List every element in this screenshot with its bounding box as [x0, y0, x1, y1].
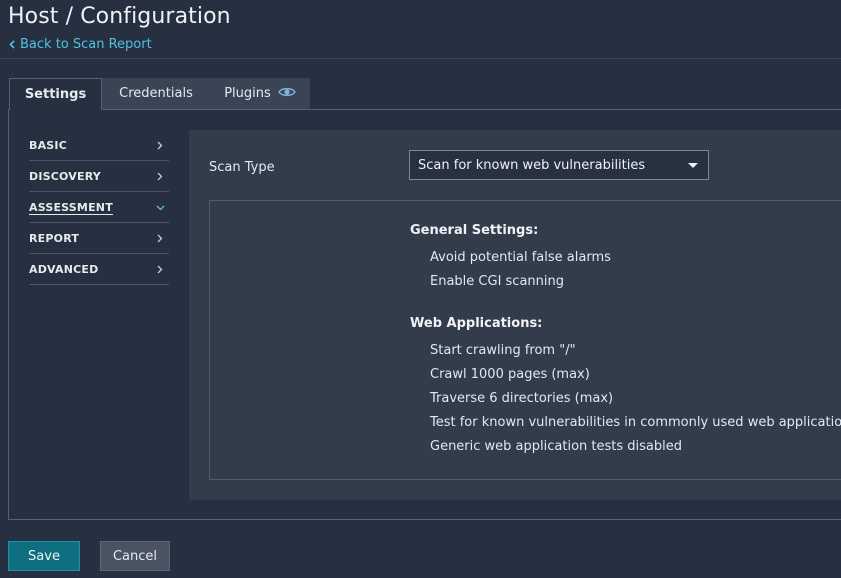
- tab-settings[interactable]: Settings: [9, 78, 102, 110]
- caret-down-icon: [688, 163, 698, 168]
- list-item: Start crawling from "/": [430, 343, 576, 358]
- settings-sidebar: BASIC DISCOVERY ASSESSMENT REPORT ADVANC…: [29, 130, 169, 285]
- sidebar-item-label: DISCOVERY: [29, 170, 101, 183]
- chevron-right-icon: [155, 234, 165, 244]
- tab-credentials[interactable]: Credentials: [102, 78, 210, 109]
- general-settings-heading: General Settings:: [410, 223, 539, 238]
- sidebar-item-label: ADVANCED: [29, 263, 99, 276]
- chevron-right-icon: [155, 172, 165, 182]
- tab-label: Settings: [24, 87, 87, 102]
- tab-label: Plugins: [224, 86, 271, 101]
- cancel-button[interactable]: Cancel: [100, 541, 170, 571]
- chevron-right-icon: [155, 265, 165, 275]
- scan-type-label: Scan Type: [209, 160, 275, 175]
- list-item: Avoid potential false alarms: [430, 250, 611, 265]
- chevron-left-icon: [9, 40, 15, 49]
- list-item: Generic web application tests disabled: [430, 439, 682, 454]
- sidebar-item-label: BASIC: [29, 139, 67, 152]
- sidebar-item-advanced[interactable]: ADVANCED: [29, 254, 169, 285]
- sidebar-item-assessment[interactable]: ASSESSMENT: [29, 192, 169, 223]
- header-divider: [0, 58, 841, 59]
- list-item: Enable CGI scanning: [430, 274, 564, 289]
- chevron-right-icon: [155, 141, 165, 151]
- scan-type-value: Scan for known web vulnerabilities: [418, 157, 646, 173]
- list-item: Traverse 6 directories (max): [430, 391, 614, 406]
- back-to-scan-report-link[interactable]: Back to Scan Report: [9, 37, 152, 52]
- sidebar-item-label: ASSESSMENT: [29, 201, 113, 214]
- sidebar-item-label: REPORT: [29, 232, 80, 245]
- tab-bar: Settings Credentials Plugins: [9, 78, 310, 110]
- sidebar-item-discovery[interactable]: DISCOVERY: [29, 161, 169, 192]
- sidebar-item-report[interactable]: REPORT: [29, 223, 169, 254]
- web-applications-heading: Web Applications:: [410, 316, 543, 331]
- list-item: Crawl 1000 pages (max): [430, 367, 590, 382]
- back-link-label: Back to Scan Report: [20, 37, 152, 52]
- list-item: Test for known vulnerabilities in common…: [430, 415, 841, 430]
- tab-label: Credentials: [119, 86, 193, 101]
- scan-type-summary: [209, 200, 841, 480]
- scan-type-select[interactable]: Scan for known web vulnerabilities: [409, 150, 709, 180]
- sidebar-item-basic[interactable]: BASIC: [29, 130, 169, 161]
- eye-icon: [277, 86, 296, 102]
- page-title: Host / Configuration: [8, 4, 231, 29]
- chevron-down-icon: [155, 203, 165, 213]
- save-button[interactable]: Save: [8, 541, 80, 571]
- tab-plugins[interactable]: Plugins: [210, 78, 310, 109]
